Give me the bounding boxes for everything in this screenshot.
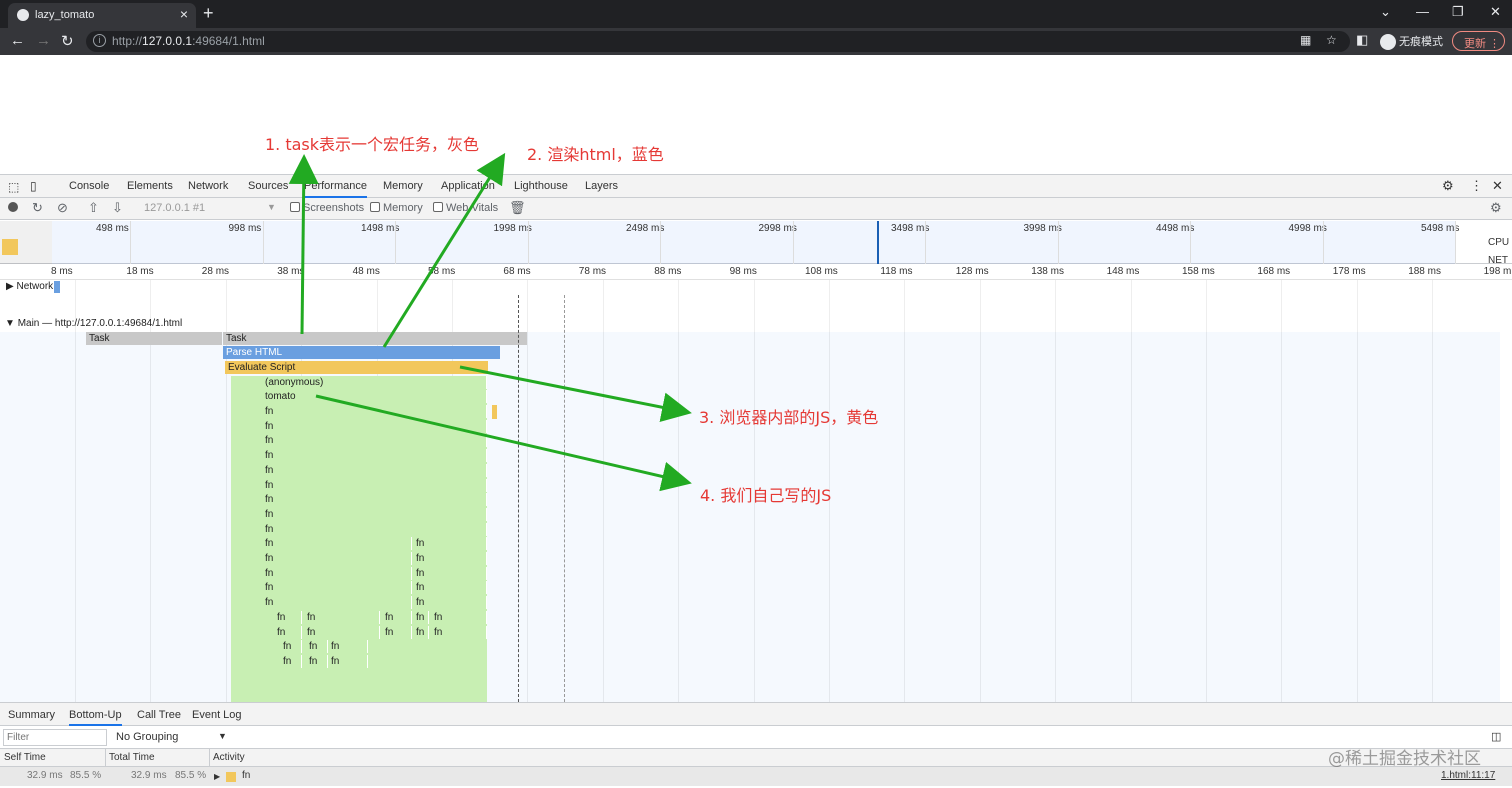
- tab-call-tree[interactable]: Call Tree: [137, 709, 181, 721]
- arrow-task: [288, 154, 319, 335]
- expand-triangle-icon[interactable]: ▶: [214, 772, 220, 781]
- details-tab-bar: Summary Bottom-Up Call Tree Event Log: [0, 702, 1512, 726]
- tab-event-log[interactable]: Event Log: [192, 709, 242, 721]
- grouping-label: No Grouping: [116, 731, 179, 743]
- tab-summary[interactable]: Summary: [8, 709, 55, 721]
- column-total-time[interactable]: Total Time: [109, 752, 155, 763]
- annotation-arrows: [288, 152, 692, 492]
- self-time-value: 32.9 ms: [27, 770, 63, 781]
- self-time-percent: 85.5 %: [70, 770, 102, 781]
- grouping-select[interactable]: No Grouping: [116, 731, 178, 743]
- filter-input[interactable]: [3, 729, 107, 746]
- arrow-evaluate-script: [459, 365, 692, 423]
- activity-color-swatch: [226, 772, 236, 782]
- watermark: @稀土掘金技术社区: [1328, 749, 1481, 769]
- column-activity[interactable]: Activity: [213, 752, 245, 763]
- source-link[interactable]: 1.html:11:17: [1441, 770, 1495, 781]
- arrow-user-js: [315, 394, 692, 492]
- activity-name: fn: [242, 770, 251, 781]
- sidebar-toggle-icon[interactable]: ◫: [1491, 730, 1501, 743]
- filter-row: No Grouping ▼ ◫: [0, 727, 1512, 749]
- grouping-chevron-icon[interactable]: ▼: [218, 731, 227, 741]
- column-self-time[interactable]: Self Time: [4, 752, 46, 763]
- table-row[interactable]: 32.9 ms 85.5 % 32.9 ms 85.5 % ▶ fn 1.htm…: [0, 767, 1512, 786]
- tab-bottom-up[interactable]: Bottom-Up: [69, 709, 122, 726]
- table-header: Self Time Total Time Activity: [0, 749, 1512, 786]
- arrow-parse-html: [382, 152, 506, 348]
- total-time-percent: 85.5 %: [175, 770, 207, 781]
- total-time-value: 32.9 ms: [131, 770, 167, 781]
